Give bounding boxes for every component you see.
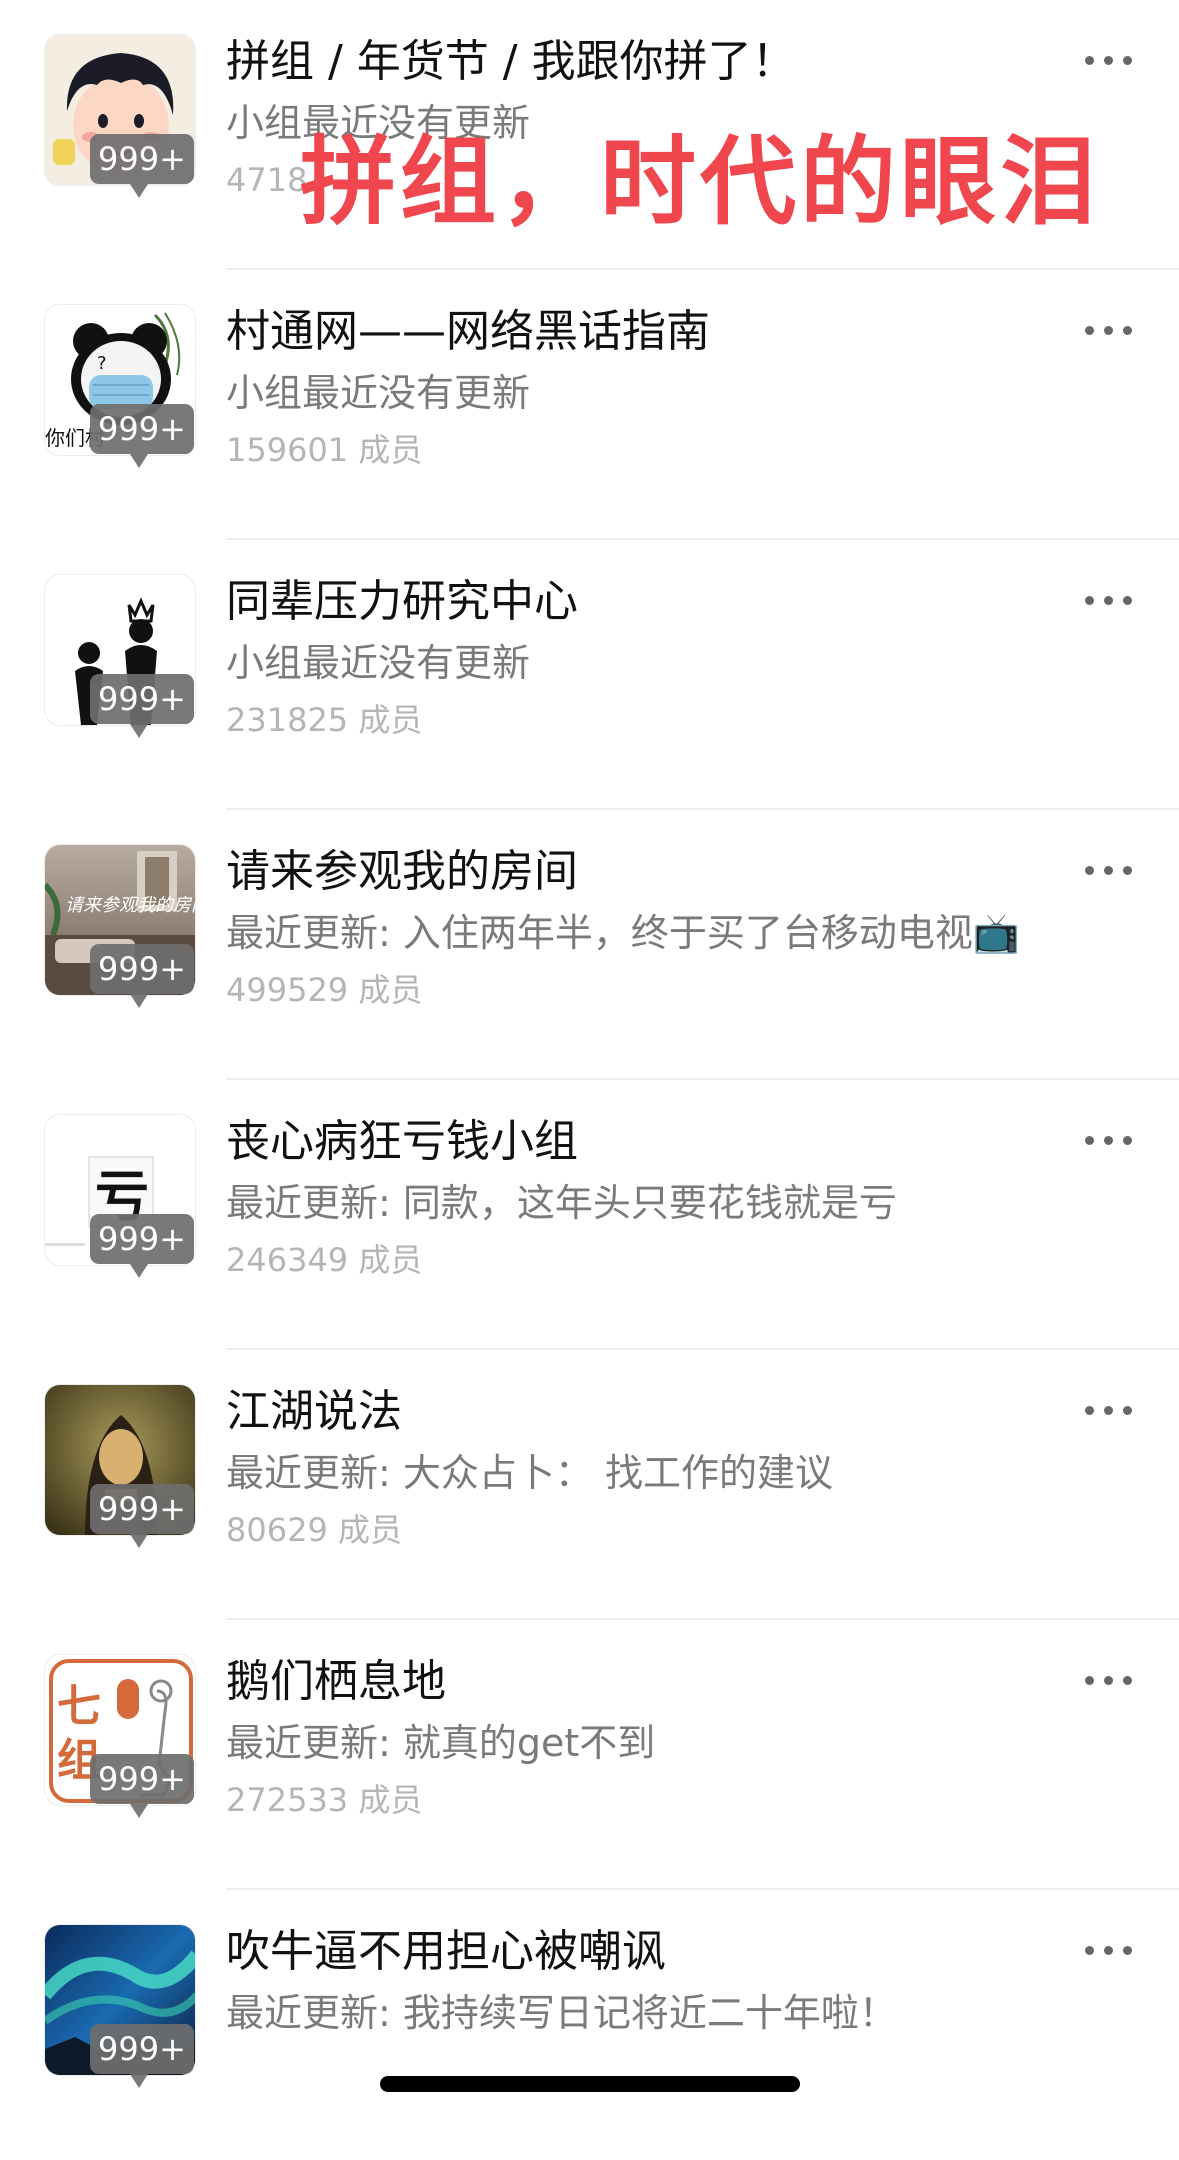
more-icon[interactable] — [1085, 850, 1135, 890]
more-icon[interactable] — [1085, 1390, 1135, 1430]
group-member-count: 499529 成员 — [226, 971, 423, 1009]
unread-badge: 999+ — [90, 1754, 194, 1818]
group-update-text: 最近更新: 入住两年半，终于买了台移动电视📺 — [226, 911, 1021, 955]
group-row-emen[interactable]: 七 组 999+ 鹅们栖息地 最近更新: 就真的get不到 272533 成员 — [0, 1620, 1179, 1890]
group-title[interactable]: 鹅们栖息地 — [226, 1654, 446, 1710]
group-row-tongbei[interactable]: 999+ 同辈压力研究中心 小组最近没有更新 231825 成员 — [0, 540, 1179, 810]
more-icon[interactable] — [1085, 580, 1135, 620]
more-icon[interactable] — [1085, 1120, 1135, 1160]
group-title[interactable]: 同辈压力研究中心 — [226, 574, 578, 630]
group-title[interactable]: 江湖说法 — [226, 1384, 402, 1440]
group-member-count: 272533 成员 — [226, 1781, 423, 1819]
group-title[interactable]: 吹牛逼不用担心被嘲讽 — [226, 1924, 666, 1980]
unread-badge: 999+ — [90, 1214, 194, 1278]
group-row-cuntongwang[interactable]: ? 你们村 999+ 村通网——网络黑话指南 小组最近没有更新 159601 成… — [0, 270, 1179, 540]
unread-badge: 999+ — [90, 944, 194, 1008]
group-update-text: 小组最近没有更新 — [226, 641, 531, 685]
group-update-text: 最近更新: 我持续写日记将近二十年啦！ — [226, 1991, 897, 2035]
unread-badge: 999+ — [90, 404, 194, 468]
group-title[interactable]: 拼组 / 年货节 / 我跟你拼了！ — [226, 34, 796, 90]
more-icon[interactable] — [1085, 1930, 1135, 1970]
group-update-text: 最近更新: 就真的get不到 — [226, 1721, 656, 1765]
unread-badge: 999+ — [90, 134, 194, 198]
group-member-count: 80629 成员 — [226, 1511, 402, 1549]
group-update-text: 小组最近没有更新 — [226, 371, 531, 415]
more-icon[interactable] — [1085, 40, 1135, 80]
svg-text:请来参观我的房间: 请来参观我的房间 — [65, 895, 196, 916]
group-member-count: 4718 — [226, 161, 308, 199]
group-title[interactable]: 村通网——网络黑话指南 — [226, 304, 710, 360]
unread-badge: 999+ — [90, 2024, 194, 2088]
unread-badge: 999+ — [90, 674, 194, 738]
group-title[interactable]: 丧心病狂亏钱小组 — [226, 1114, 578, 1170]
group-member-count: 159601 成员 — [226, 431, 423, 469]
more-icon[interactable] — [1085, 1660, 1135, 1700]
svg-text:?: ? — [97, 353, 107, 374]
group-row-room[interactable]: 请来参观我的房间 999+ 请来参观我的房间 最近更新: 入住两年半，终于买了台… — [0, 810, 1179, 1080]
unread-badge: 999+ — [90, 1484, 194, 1548]
group-row-kuiqian[interactable]: 亏 999+ 丧心病狂亏钱小组 最近更新: 同款，这年头只要花钱就是亏 2463… — [0, 1080, 1179, 1350]
group-member-count: 231825 成员 — [226, 701, 423, 739]
group-row-jianghu[interactable]: 999+ 江湖说法 最近更新: 大众占卜： 找工作的建议 80629 成员 — [0, 1350, 1179, 1620]
group-update-text: 最近更新: 大众占卜： 找工作的建议 — [226, 1451, 833, 1495]
more-icon[interactable] — [1085, 310, 1135, 350]
overlay-caption: 拼组，时代的眼泪 — [300, 126, 1100, 238]
group-row-chuiniu[interactable]: 999+ 吹牛逼不用担心被嘲讽 最近更新: 我持续写日记将近二十年啦！ — [0, 1890, 1179, 2160]
svg-text:七: 七 — [57, 1681, 101, 1732]
group-title[interactable]: 请来参观我的房间 — [226, 844, 578, 900]
home-indicator[interactable] — [380, 2076, 800, 2092]
group-update-text: 最近更新: 同款，这年头只要花钱就是亏 — [226, 1181, 897, 1225]
group-member-count: 246349 成员 — [226, 1241, 423, 1279]
